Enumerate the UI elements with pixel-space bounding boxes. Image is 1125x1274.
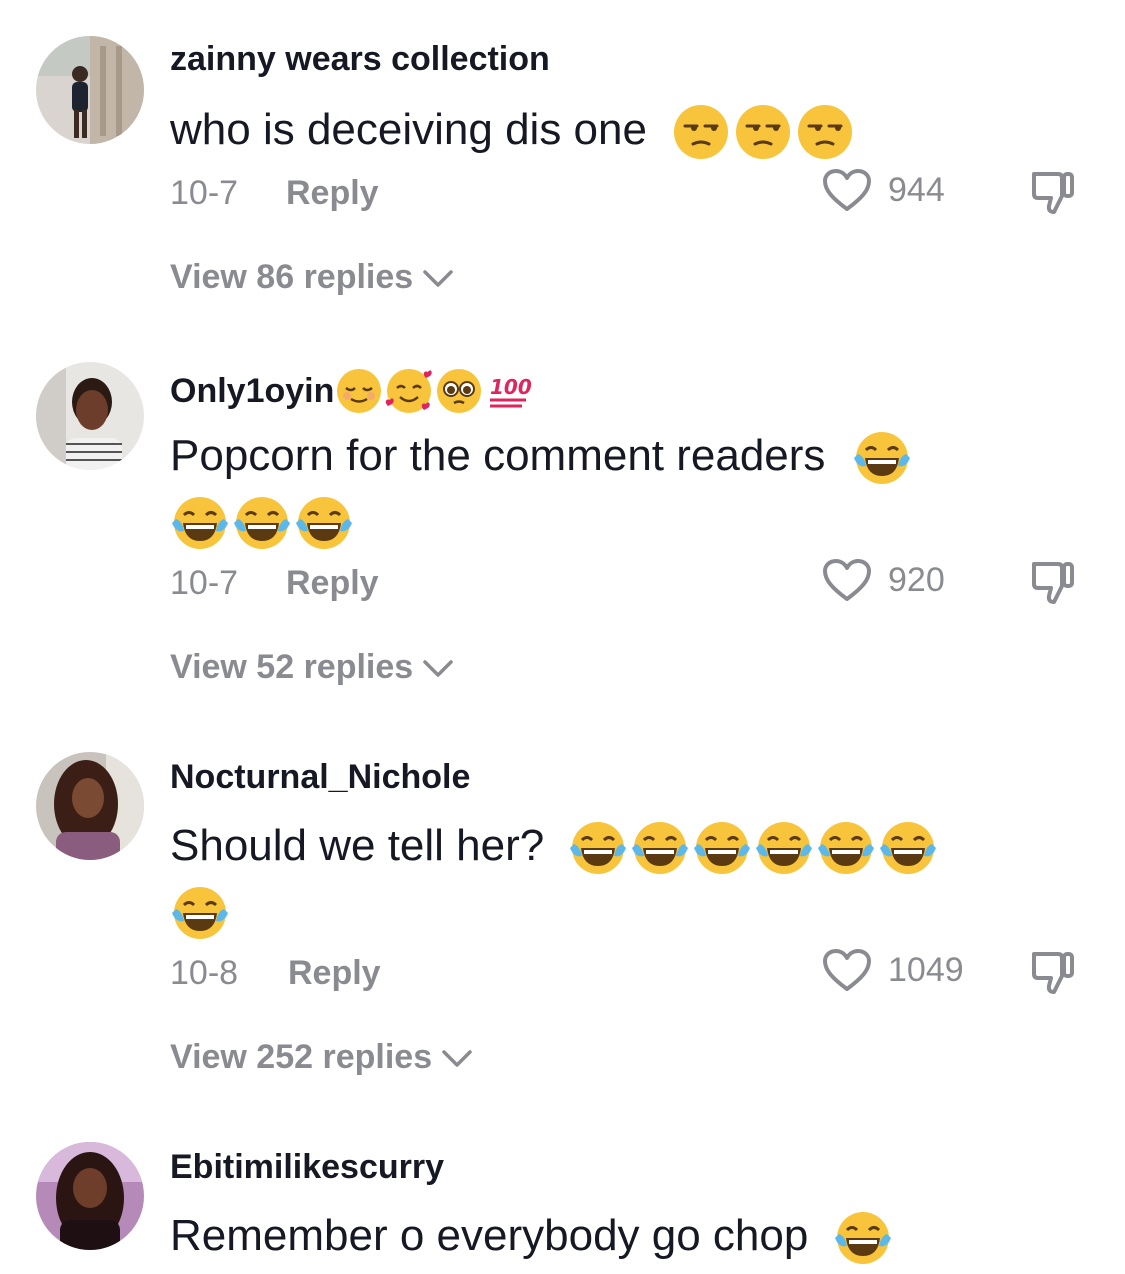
avatar[interactable] bbox=[36, 752, 144, 860]
username[interactable]: Ebitimilikescurry bbox=[170, 1148, 444, 1187]
like-button[interactable]: 944 bbox=[822, 168, 945, 212]
chevron-down-icon bbox=[423, 269, 453, 287]
tears-of-joy-icon bbox=[170, 493, 230, 553]
tears-of-joy-icon bbox=[754, 818, 814, 878]
thumbs-down-icon bbox=[1032, 172, 1074, 214]
heart-icon bbox=[823, 949, 871, 991]
avatar[interactable] bbox=[36, 362, 144, 470]
heart-icon bbox=[823, 559, 871, 601]
tears-of-joy-icon bbox=[630, 818, 690, 878]
unamused-face-icon bbox=[735, 104, 791, 160]
like-count: 944 bbox=[888, 170, 945, 209]
relieved-face-icon bbox=[336, 368, 382, 414]
chevron-down-icon bbox=[442, 1049, 472, 1067]
like-button[interactable]: 920 bbox=[822, 558, 945, 602]
tears-of-joy-icon bbox=[232, 493, 292, 553]
like-count: 920 bbox=[888, 560, 945, 599]
tears-of-joy-icon bbox=[294, 493, 354, 553]
dislike-button[interactable] bbox=[1028, 558, 1078, 608]
chevron-down-icon bbox=[423, 659, 453, 677]
tears-of-joy-icon bbox=[692, 818, 752, 878]
comment-text: Popcorn for the comment readers bbox=[170, 424, 970, 553]
comment-text: Should we tell her? bbox=[170, 814, 970, 943]
svg-text:100: 100 bbox=[490, 375, 532, 399]
dislike-button[interactable] bbox=[1028, 168, 1078, 218]
reply-button[interactable]: Reply bbox=[288, 954, 381, 993]
like-count: 1049 bbox=[888, 950, 964, 989]
hundred-points-icon: 100 bbox=[486, 368, 532, 414]
unamused-face-icon bbox=[673, 104, 729, 160]
comment-text: who is deceiving dis one bbox=[170, 98, 970, 162]
username[interactable]: Nocturnal_Nichole bbox=[170, 758, 470, 797]
username[interactable]: zainny wears collection bbox=[170, 40, 550, 79]
view-replies-button[interactable]: View 252 replies bbox=[170, 1038, 474, 1077]
tears-of-joy-icon bbox=[816, 818, 876, 878]
tears-of-joy-icon bbox=[568, 818, 628, 878]
pleading-face-icon bbox=[436, 368, 482, 414]
smiling-face-with-hearts-icon bbox=[384, 366, 434, 416]
thumbs-down-icon bbox=[1032, 562, 1074, 604]
tears-of-joy-icon bbox=[852, 428, 912, 488]
thumbs-down-icon bbox=[1032, 952, 1074, 994]
avatar[interactable] bbox=[36, 36, 144, 144]
like-button[interactable]: 1049 bbox=[822, 948, 964, 992]
heart-icon bbox=[823, 169, 871, 211]
reply-button[interactable]: Reply bbox=[286, 174, 379, 213]
username[interactable]: Only1oyin 100 bbox=[170, 366, 532, 416]
tears-of-joy-icon bbox=[170, 883, 230, 943]
reply-button[interactable]: Reply bbox=[286, 564, 379, 603]
comment-date: 10-8 bbox=[170, 954, 239, 992]
dislike-button[interactable] bbox=[1028, 948, 1078, 998]
unamused-face-icon bbox=[797, 104, 853, 160]
comment-date: 10-7 bbox=[170, 174, 239, 212]
comment-date: 10-7 bbox=[170, 564, 239, 602]
avatar[interactable] bbox=[36, 1142, 144, 1250]
tears-of-joy-icon bbox=[833, 1208, 893, 1268]
view-replies-button[interactable]: View 52 replies bbox=[170, 648, 455, 687]
view-replies-button[interactable]: View 86 replies bbox=[170, 258, 455, 297]
tears-of-joy-icon bbox=[878, 818, 938, 878]
comment-text: Remember o everybody go chop bbox=[170, 1204, 970, 1268]
